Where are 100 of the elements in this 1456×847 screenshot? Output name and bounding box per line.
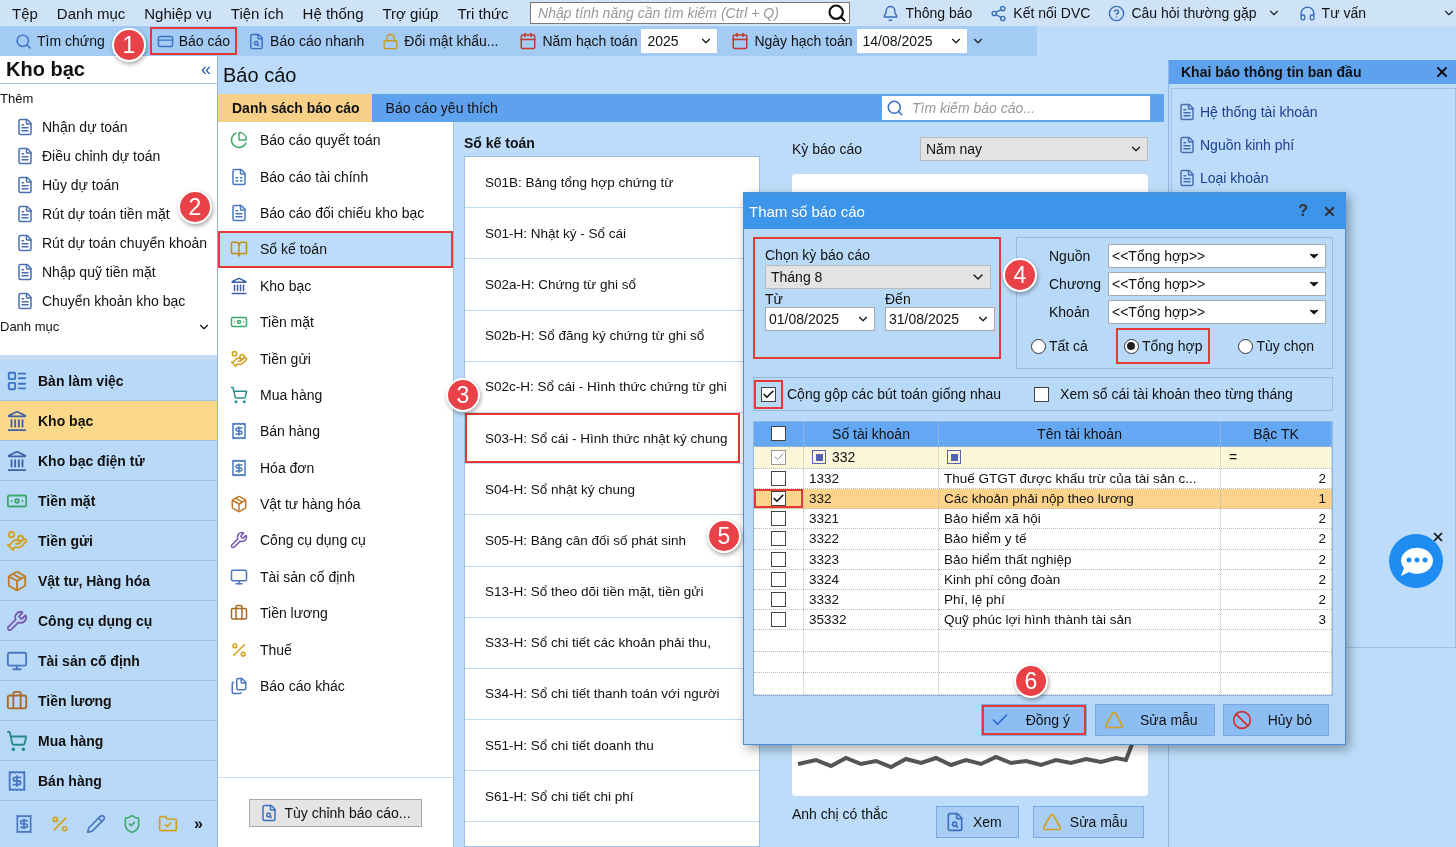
report-item[interactable]: S01-H: Nhật ký - Sổ cái bbox=[485, 222, 627, 245]
collapse-button[interactable]: « bbox=[201, 59, 211, 80]
category-item[interactable]: Tiền mặt bbox=[218, 303, 322, 341]
date-field[interactable]: 01/08/2025 bbox=[765, 307, 875, 331]
report-item[interactable]: S33-H: Sổ chi tiết các khoản phải thu, bbox=[485, 631, 711, 654]
date-field[interactable]: 31/08/2025 bbox=[885, 307, 995, 331]
category-item[interactable]: Thuế bbox=[218, 631, 300, 668]
category-item[interactable]: Hóa đơn bbox=[218, 449, 323, 486]
category-item[interactable]: Vật tư hàng hóa bbox=[218, 485, 369, 523]
category-item[interactable]: Công cụ dụng cụ bbox=[218, 522, 374, 559]
module-button[interactable]: Mua hàng bbox=[0, 721, 217, 761]
sidebar-item[interactable]: Nhận dự toán bbox=[16, 112, 128, 141]
customize-button[interactable]: Tùy chỉnh báo cáo... bbox=[249, 798, 422, 827]
period-select[interactable]: Năm nay bbox=[920, 137, 1148, 161]
checkbox[interactable] bbox=[754, 379, 783, 409]
report-item[interactable]: S61-H: Sổ chi tiết chi phí bbox=[485, 785, 634, 808]
module-button[interactable]: Công cụ dụng cụ bbox=[0, 601, 217, 641]
dialog-button[interactable]: Sửa mẫu bbox=[1095, 704, 1215, 736]
menu-item[interactable]: Tệp bbox=[12, 4, 38, 22]
search-field[interactable]: Nhập tính năng cần tìm kiếm (Ctrl + Q) bbox=[530, 2, 851, 24]
header-link[interactable]: Tư vấn bbox=[1298, 4, 1456, 22]
module-button[interactable]: Kho bạc điện tử bbox=[0, 441, 217, 481]
header-link[interactable]: Thông báo bbox=[882, 4, 973, 22]
report-item[interactable]: S01B: Bảng tổng hợp chứng từ bbox=[485, 171, 674, 194]
module-button[interactable]: Bàn làm việc bbox=[0, 361, 217, 401]
panel-link[interactable]: Hệ thống tài khoản bbox=[1172, 95, 1455, 128]
module-button[interactable]: Bán hàng bbox=[0, 761, 217, 801]
toolbar-button[interactable]: Báo cáo bbox=[149, 27, 238, 55]
menu-item[interactable]: Danh mục bbox=[56, 4, 126, 22]
category-item[interactable]: Báo cáo khác bbox=[218, 667, 353, 705]
category-item[interactable]: Tiền lương bbox=[218, 595, 336, 632]
report-item[interactable]: S03-H: Sổ cái - Hình thức nhật ký chung bbox=[465, 412, 740, 464]
report-item[interactable]: S34-H: Sổ chi tiết thanh toán với người bbox=[485, 682, 720, 706]
category-item[interactable]: Báo cáo tài chính bbox=[218, 158, 377, 195]
radio-option[interactable]: Tổng hợp bbox=[1115, 328, 1211, 364]
close-icon[interactable] bbox=[1434, 64, 1450, 80]
year-select[interactable]: 2025 bbox=[641, 29, 718, 53]
sidebar-item[interactable]: Rút dự toán tiền mặt bbox=[16, 199, 170, 228]
module-button[interactable]: Vật tư, Hàng hóa bbox=[0, 561, 217, 601]
table-row[interactable]: 35332 Quỹ phúc lợi hình thành tài sản 3 bbox=[754, 609, 1332, 630]
report-item[interactable]: S02c-H: Sổ cái - Hình thức chứng từ ghi bbox=[485, 375, 727, 398]
category-item[interactable]: Báo cáo đối chiếu kho bạc bbox=[218, 194, 433, 232]
category-item[interactable]: Báo cáo quyết toán bbox=[218, 122, 389, 159]
sidebar-item[interactable]: Chuyển khoản kho bạc bbox=[16, 286, 186, 315]
close-icon[interactable] bbox=[1431, 530, 1445, 544]
report-item[interactable]: S02a-H: Chứng từ ghi sổ bbox=[485, 273, 636, 296]
filter-select[interactable]: <<Tổng hợp>> bbox=[1108, 244, 1326, 268]
date-select[interactable]: 14/08/2025 bbox=[856, 29, 967, 53]
sidebar-item[interactable]: Điều chỉnh dự toán bbox=[16, 141, 161, 170]
search-input[interactable]: Nhập tính năng cần tìm kiếm (Ctrl + Q) bbox=[536, 4, 828, 22]
dialog-button[interactable]: Hủy bỏ bbox=[1222, 704, 1329, 736]
header-link[interactable]: Câu hỏi thường gặp bbox=[1108, 4, 1281, 22]
toolbar-button[interactable]: Báo cáo nhanh bbox=[241, 27, 372, 55]
table-row[interactable]: 3332 Phí, lệ phí 2 bbox=[754, 589, 1332, 610]
sidebar-item[interactable]: Nhập quỹ tiền mặt bbox=[16, 257, 156, 286]
tab[interactable]: Báo cáo yêu thích bbox=[371, 94, 510, 122]
period-select[interactable]: Tháng 8 bbox=[765, 265, 991, 289]
category-item[interactable]: Mua hàng bbox=[218, 376, 331, 414]
radio-option[interactable]: Tất cả bbox=[1023, 328, 1096, 364]
module-button[interactable]: Tiền mặt bbox=[0, 481, 217, 521]
menu-item[interactable]: Hệ thống bbox=[302, 4, 364, 22]
header-link[interactable]: Kết nối DVC bbox=[990, 4, 1091, 22]
checkbox[interactable] bbox=[771, 426, 786, 442]
table-row[interactable]: 3321 Bảo hiểm xã hội 2 bbox=[754, 509, 1332, 530]
sidebar-item[interactable]: Hủy dự toán bbox=[16, 170, 120, 199]
category-item[interactable]: Bán hàng bbox=[218, 413, 328, 450]
help-button[interactable]: ? bbox=[1298, 202, 1308, 220]
module-button[interactable]: Tiền gửi bbox=[0, 521, 217, 561]
report-item[interactable]: S05-H: Bảng cân đối số phát sinh bbox=[485, 529, 687, 552]
report-item[interactable]: S51-H: Sổ chi tiết doanh thu bbox=[485, 734, 654, 757]
filter-select[interactable]: <<Tổng hợp>> bbox=[1108, 300, 1326, 324]
menu-item[interactable]: Nghiệp vụ bbox=[144, 4, 212, 22]
menu-item[interactable]: Trợ giúp bbox=[382, 4, 439, 22]
category-item[interactable]: Tài sản cố định bbox=[218, 558, 363, 596]
search-field[interactable]: Tìm kiếm báo cáo... bbox=[882, 96, 1150, 120]
search-input[interactable]: Tìm kiếm báo cáo... bbox=[910, 99, 1150, 117]
radio-option[interactable]: Tùy chọn bbox=[1230, 328, 1322, 364]
category-item[interactable]: Sổ kế toán bbox=[218, 231, 453, 268]
report-item[interactable]: S02b-H: Sổ đăng ký chứng từ ghi sổ bbox=[485, 324, 705, 347]
table-row[interactable]: 3323 Bảo hiểm thất nghiệp 2 bbox=[754, 549, 1332, 570]
checkbox[interactable] bbox=[754, 489, 804, 509]
module-button[interactable]: Kho bạc bbox=[0, 401, 217, 441]
menu-item[interactable]: Tiện ích bbox=[230, 4, 284, 22]
report-item[interactable]: S04-H: Sổ nhật ký chung bbox=[485, 478, 636, 501]
panel-link[interactable]: Nguồn kinh phí bbox=[1172, 128, 1455, 161]
panel-link[interactable]: Loại khoản bbox=[1172, 161, 1455, 194]
module-button[interactable]: Tiền lương bbox=[0, 681, 217, 721]
sidebar-item[interactable]: Rút dự toán chuyển khoản bbox=[16, 228, 208, 257]
action-button[interactable]: Sửa mẫu bbox=[1032, 806, 1145, 838]
filter-select[interactable]: <<Tổng hợp>> bbox=[1108, 272, 1326, 296]
category-item[interactable]: Kho bạc bbox=[218, 267, 320, 304]
tab[interactable]: Danh sách báo cáo bbox=[218, 94, 372, 122]
dialog-button[interactable]: Đồng ý bbox=[980, 704, 1087, 736]
table-row[interactable]: 332 Các khoản phải nộp theo lương 1 bbox=[754, 489, 1332, 510]
report-item[interactable]: S13-H: Sổ theo dõi tiền mặt, tiền gửi bbox=[485, 580, 704, 603]
category-item[interactable]: Tiền gửi bbox=[218, 340, 319, 377]
table-row[interactable]: 3322 Bảo hiểm y tế 2 bbox=[754, 529, 1332, 550]
more-button[interactable]: » bbox=[194, 815, 203, 833]
menu-item[interactable]: Tri thức bbox=[457, 4, 509, 22]
toolbar-button[interactable]: Đổi mật khẩu... bbox=[375, 27, 506, 55]
